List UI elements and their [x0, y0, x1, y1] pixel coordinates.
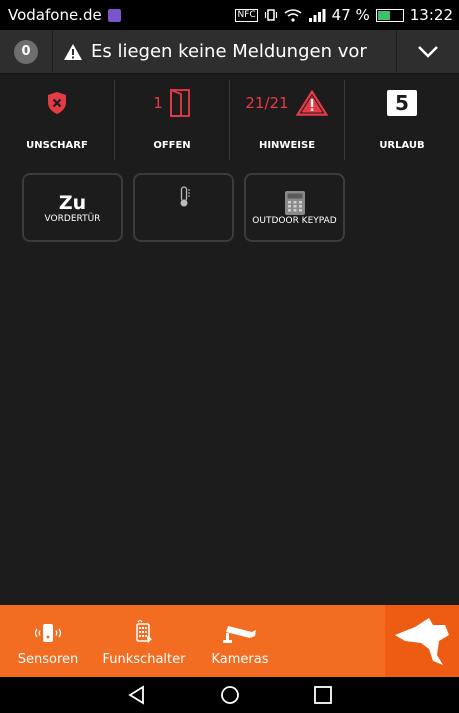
clock: 13:22 [409, 6, 453, 24]
camera-icon [223, 626, 256, 643]
nav-label: Funkschalter [102, 652, 186, 667]
battery-percent: 47 % [331, 6, 370, 24]
tile-vordertuer[interactable]: Zu VORDERTÜR [22, 173, 123, 242]
status-offen[interactable]: 1 OFFEN [114, 80, 229, 160]
nav-label: Sensoren [17, 652, 79, 667]
tile-label: OUTDOOR KEYPAD [252, 215, 337, 226]
vacation-counter: 5 [387, 90, 417, 116]
notification-message: Es liegen keine Meldungen vor [91, 41, 367, 62]
status-value: 1 [153, 94, 163, 112]
notification-count-badge: 0 [14, 39, 38, 64]
status-label: OFFEN [153, 140, 191, 151]
status-label: HINWEISE [258, 140, 316, 151]
tile-outdoor-keypad[interactable]: OUTDOOR KEYPAD [244, 173, 345, 242]
expand-button[interactable] [397, 45, 459, 59]
nav-sensoren[interactable]: Sensoren [0, 605, 96, 677]
status-label: URLAUB [379, 140, 425, 151]
status-value: 21/21 [245, 94, 289, 112]
home-icon[interactable] [220, 685, 240, 705]
home-fox-button[interactable] [385, 605, 459, 677]
back-icon[interactable] [127, 685, 147, 705]
switch-icon [136, 619, 152, 643]
thermometer-icon [180, 185, 190, 206]
keypad-icon [284, 190, 305, 215]
warning-icon [64, 43, 82, 60]
status-bar: Vodafone.de NFC 47 % 13:22 [0, 0, 459, 30]
system-status-row: UNSCHARF 1 OFFEN 21/21 HINWEISE 5 URLAUB [0, 80, 459, 160]
sensor-icon [34, 624, 62, 642]
chevron-down-icon [418, 45, 438, 58]
door-open-icon [169, 89, 190, 117]
bottom-navigation: Sensoren Funkschalter Kameras [0, 605, 459, 677]
signal-icon [308, 9, 326, 22]
status-label: UNSCHARF [26, 140, 88, 151]
status-unscharf[interactable]: UNSCHARF [0, 80, 114, 160]
carrier-name: Vodafone.de [8, 6, 102, 24]
tile-state: Zu [58, 191, 87, 214]
tile-label: VORDERTÜR [44, 213, 101, 224]
status-hinweise[interactable]: 21/21 HINWEISE [229, 80, 344, 160]
battery-icon [375, 8, 404, 22]
app-notification-icon [107, 8, 121, 22]
nav-label: Kameras [211, 652, 269, 667]
wifi-icon [284, 9, 302, 22]
recents-icon[interactable] [313, 685, 333, 705]
nav-funkschalter[interactable]: Funkschalter [96, 605, 192, 677]
notification-bar[interactable]: 0 Es liegen keine Meldungen vor [0, 29, 459, 74]
fox-logo-icon [395, 618, 449, 665]
android-nav-bar [0, 677, 459, 713]
divider [52, 29, 53, 74]
tile-temperature[interactable] [133, 173, 234, 242]
warning-triangle-icon [295, 89, 328, 116]
vibrate-icon [264, 9, 277, 21]
shield-disarmed-icon [48, 92, 66, 114]
nav-kameras[interactable]: Kameras [192, 605, 288, 677]
nfc-icon: NFC [235, 8, 258, 22]
status-urlaub[interactable]: 5 URLAUB [344, 80, 459, 160]
